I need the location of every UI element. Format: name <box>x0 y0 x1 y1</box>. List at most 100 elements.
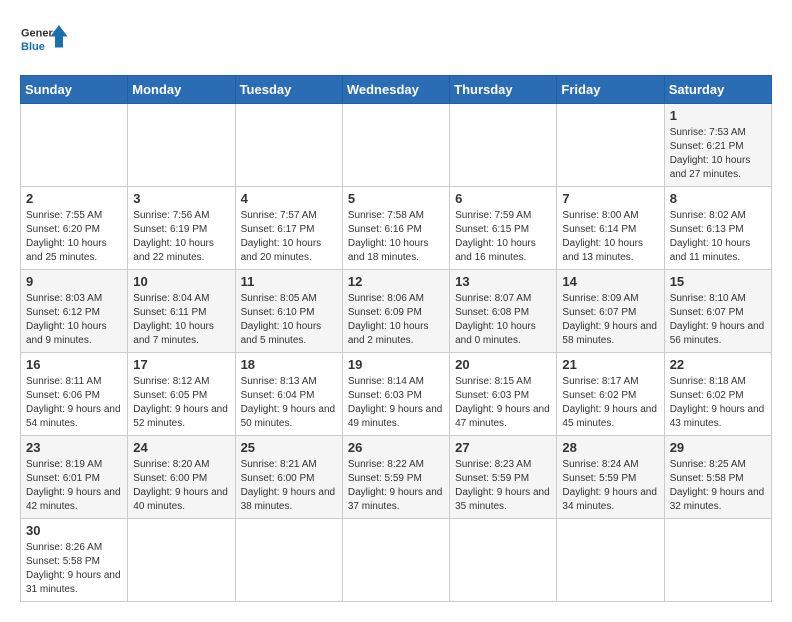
day-number: 4 <box>241 191 337 206</box>
day-number: 7 <box>562 191 658 206</box>
day-number: 13 <box>455 274 551 289</box>
day-info: Sunrise: 8:21 AM Sunset: 6:00 PM Dayligh… <box>241 458 337 514</box>
day-cell <box>450 519 557 602</box>
day-cell: 15 Sunrise: 8:10 AM Sunset: 6:07 PM Dayli… <box>664 270 771 353</box>
day-info: Sunrise: 8:23 AM Sunset: 5:59 PM Dayligh… <box>455 458 551 514</box>
day-cell <box>342 104 449 187</box>
day-cell <box>235 519 342 602</box>
day-cell: 2Sunrise: 7:55 AM Sunset: 6:20 PM Daylig… <box>21 187 128 270</box>
day-cell <box>128 104 235 187</box>
day-info: Sunrise: 8:12 AM Sunset: 6:05 PM Dayligh… <box>133 375 229 431</box>
day-cell: 21Sunrise: 8:17 AM Sunset: 6:02 PM Dayli… <box>557 353 664 436</box>
day-info: Sunrise: 8:20 AM Sunset: 6:00 PM Dayligh… <box>133 458 229 514</box>
day-number: 5 <box>348 191 444 206</box>
day-info: Sunrise: 8:22 AM Sunset: 5:59 PM Dayligh… <box>348 458 444 514</box>
day-info: Sunrise: 8:11 AM Sunset: 6:06 PM Dayligh… <box>26 375 122 431</box>
day-info: Sunrise: 8:02 AM Sunset: 6:13 PM Dayligh… <box>670 209 766 265</box>
day-cell: 29 Sunrise: 8:25 AM Sunset: 5:58 PM Dayli… <box>664 436 771 519</box>
day-number: 6 <box>455 191 551 206</box>
day-cell: 23Sunrise: 8:19 AM Sunset: 6:01 PM Dayli… <box>21 436 128 519</box>
day-cell: 19 Sunrise: 8:14 AM Sunset: 6:03 PM Dayli… <box>342 353 449 436</box>
day-info: Sunrise: 8:05 AM Sunset: 6:10 PM Dayligh… <box>241 292 337 348</box>
day-cell: 9 Sunrise: 8:03 AM Sunset: 6:12 PM Daylig… <box>21 270 128 353</box>
day-cell: 22 Sunrise: 8:18 AM Sunset: 6:02 PM Dayli… <box>664 353 771 436</box>
day-number: 16 <box>26 357 122 372</box>
day-cell: 18 Sunrise: 8:13 AM Sunset: 6:04 PM Dayli… <box>235 353 342 436</box>
week-row-3: 16 Sunrise: 8:11 AM Sunset: 6:06 PM Dayli… <box>21 353 772 436</box>
day-info: Sunrise: 7:58 AM Sunset: 6:16 PM Dayligh… <box>348 209 444 265</box>
day-number: 25 <box>241 440 337 455</box>
day-number: 19 <box>348 357 444 372</box>
day-cell: 20Sunrise: 8:15 AM Sunset: 6:03 PM Dayli… <box>450 353 557 436</box>
week-row-0: 1Sunrise: 7:53 AM Sunset: 6:21 PM Daylig… <box>21 104 772 187</box>
day-info: Sunrise: 8:03 AM Sunset: 6:12 PM Dayligh… <box>26 292 122 348</box>
day-info: Sunrise: 8:25 AM Sunset: 5:58 PM Dayligh… <box>670 458 766 514</box>
day-cell: 8 Sunrise: 8:02 AM Sunset: 6:13 PM Daylig… <box>664 187 771 270</box>
day-number: 3 <box>133 191 229 206</box>
day-number: 20 <box>455 357 551 372</box>
calendar-header-row: SundayMondayTuesdayWednesdayThursdayFrid… <box>21 76 772 104</box>
day-cell: 6 Sunrise: 7:59 AM Sunset: 6:15 PM Daylig… <box>450 187 557 270</box>
day-number: 29 <box>670 440 766 455</box>
day-number: 28 <box>562 440 658 455</box>
day-cell: 28 Sunrise: 8:24 AM Sunset: 5:59 PM Dayli… <box>557 436 664 519</box>
day-info: Sunrise: 8:13 AM Sunset: 6:04 PM Dayligh… <box>241 375 337 431</box>
day-info: Sunrise: 8:10 AM Sunset: 6:07 PM Dayligh… <box>670 292 766 348</box>
day-cell: 12Sunrise: 8:06 AM Sunset: 6:09 PM Dayli… <box>342 270 449 353</box>
header-friday: Friday <box>557 76 664 104</box>
header-saturday: Saturday <box>664 76 771 104</box>
day-cell: 24 Sunrise: 8:20 AM Sunset: 6:00 PM Dayli… <box>128 436 235 519</box>
day-cell: 1Sunrise: 7:53 AM Sunset: 6:21 PM Daylig… <box>664 104 771 187</box>
day-number: 8 <box>670 191 766 206</box>
day-info: Sunrise: 7:59 AM Sunset: 6:15 PM Dayligh… <box>455 209 551 265</box>
day-number: 22 <box>670 357 766 372</box>
day-cell: 17Sunrise: 8:12 AM Sunset: 6:05 PM Dayli… <box>128 353 235 436</box>
day-cell: 14Sunrise: 8:09 AM Sunset: 6:07 PM Dayli… <box>557 270 664 353</box>
day-info: Sunrise: 7:55 AM Sunset: 6:20 PM Dayligh… <box>26 209 122 265</box>
header-thursday: Thursday <box>450 76 557 104</box>
day-cell <box>664 519 771 602</box>
day-number: 14 <box>562 274 658 289</box>
day-info: Sunrise: 8:19 AM Sunset: 6:01 PM Dayligh… <box>26 458 122 514</box>
logo-icon: General Blue <box>20 20 70 65</box>
day-info: Sunrise: 8:04 AM Sunset: 6:11 PM Dayligh… <box>133 292 229 348</box>
day-number: 15 <box>670 274 766 289</box>
day-cell: 25 Sunrise: 8:21 AM Sunset: 6:00 PM Dayli… <box>235 436 342 519</box>
day-number: 30 <box>26 523 122 538</box>
day-cell <box>557 519 664 602</box>
day-info: Sunrise: 8:14 AM Sunset: 6:03 PM Dayligh… <box>348 375 444 431</box>
day-cell <box>557 104 664 187</box>
day-cell: 13 Sunrise: 8:07 AM Sunset: 6:08 PM Dayli… <box>450 270 557 353</box>
day-number: 18 <box>241 357 337 372</box>
day-cell <box>450 104 557 187</box>
day-number: 1 <box>670 108 766 123</box>
day-cell <box>235 104 342 187</box>
header-wednesday: Wednesday <box>342 76 449 104</box>
day-number: 10 <box>133 274 229 289</box>
day-number: 26 <box>348 440 444 455</box>
day-cell: 5 Sunrise: 7:58 AM Sunset: 6:16 PM Daylig… <box>342 187 449 270</box>
day-info: Sunrise: 8:07 AM Sunset: 6:08 PM Dayligh… <box>455 292 551 348</box>
calendar: SundayMondayTuesdayWednesdayThursdayFrid… <box>20 75 772 602</box>
day-info: Sunrise: 8:00 AM Sunset: 6:14 PM Dayligh… <box>562 209 658 265</box>
day-number: 9 <box>26 274 122 289</box>
day-info: Sunrise: 7:57 AM Sunset: 6:17 PM Dayligh… <box>241 209 337 265</box>
day-number: 24 <box>133 440 229 455</box>
day-number: 27 <box>455 440 551 455</box>
day-info: Sunrise: 8:18 AM Sunset: 6:02 PM Dayligh… <box>670 375 766 431</box>
header-monday: Monday <box>128 76 235 104</box>
day-cell: 4 Sunrise: 7:57 AM Sunset: 6:17 PM Daylig… <box>235 187 342 270</box>
day-info: Sunrise: 8:17 AM Sunset: 6:02 PM Dayligh… <box>562 375 658 431</box>
day-number: 11 <box>241 274 337 289</box>
day-cell: 26 Sunrise: 8:22 AM Sunset: 5:59 PM Dayli… <box>342 436 449 519</box>
day-cell: 27 Sunrise: 8:23 AM Sunset: 5:59 PM Dayli… <box>450 436 557 519</box>
week-row-1: 2Sunrise: 7:55 AM Sunset: 6:20 PM Daylig… <box>21 187 772 270</box>
day-info: Sunrise: 7:56 AM Sunset: 6:19 PM Dayligh… <box>133 209 229 265</box>
day-cell: 10 Sunrise: 8:04 AM Sunset: 6:11 PM Dayli… <box>128 270 235 353</box>
logo: General Blue <box>20 20 70 65</box>
header-tuesday: Tuesday <box>235 76 342 104</box>
day-info: Sunrise: 8:24 AM Sunset: 5:59 PM Dayligh… <box>562 458 658 514</box>
day-cell: 7 Sunrise: 8:00 AM Sunset: 6:14 PM Daylig… <box>557 187 664 270</box>
day-cell: 30Sunrise: 8:26 AM Sunset: 5:58 PM Dayli… <box>21 519 128 602</box>
header-sunday: Sunday <box>21 76 128 104</box>
